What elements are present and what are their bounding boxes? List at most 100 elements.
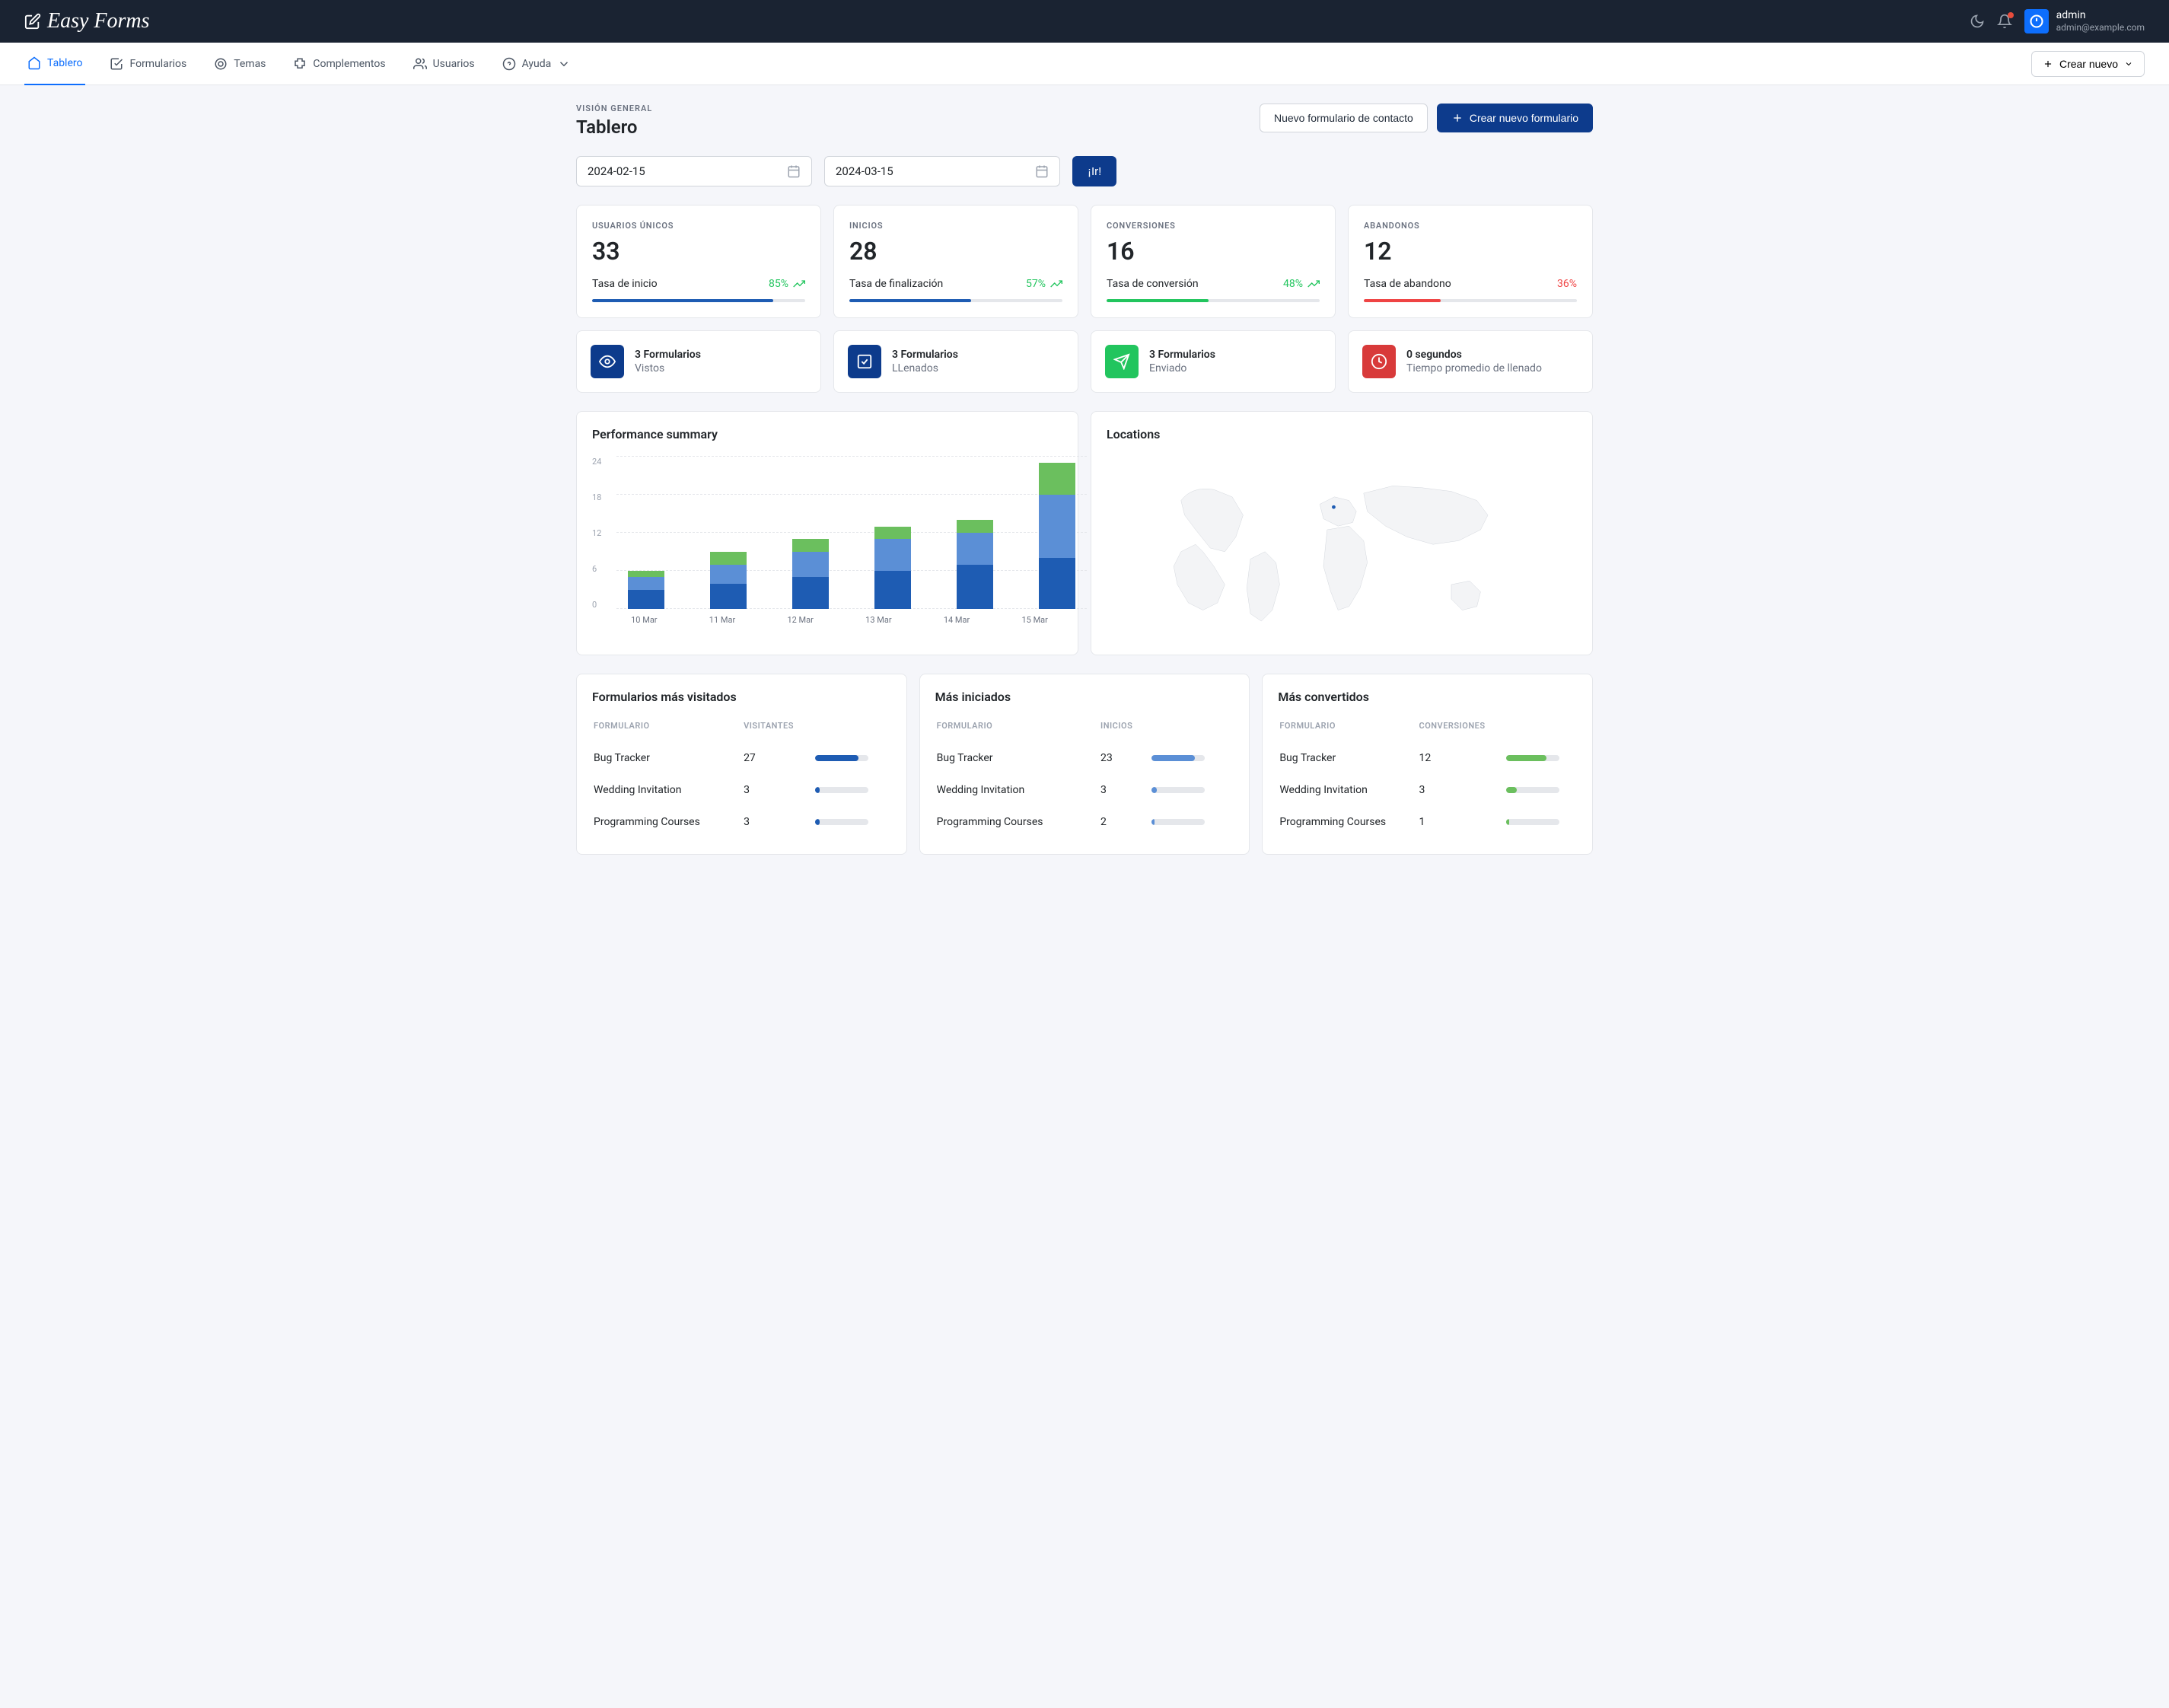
stat-pct: 85% [769, 278, 805, 290]
create-new-label: Crear nuevo [2059, 58, 2118, 70]
new-contact-form-button[interactable]: Nuevo formulario de contacto [1260, 104, 1428, 132]
locations-title: Locations [1107, 427, 1577, 441]
go-button[interactable]: ¡Ir! [1072, 156, 1116, 186]
form-value: 3 [744, 775, 814, 805]
brand-logo[interactable]: Easy Forms [24, 9, 150, 33]
stat-card: USUARIOS ÚNICOS 33 Tasa de inicio 85% [576, 205, 821, 318]
table-row: Wedding Invitation 3 [1279, 775, 1575, 805]
nav-item-help[interactable]: Ayuda [499, 43, 575, 85]
nav-item-puzzle[interactable]: Complementos [290, 43, 388, 85]
table-row: Bug Tracker 23 [937, 743, 1233, 773]
nav-item-home[interactable]: Tablero [24, 43, 85, 85]
bar-group [863, 527, 922, 609]
nav-label: Usuarios [433, 58, 475, 70]
bar-segment[interactable] [1039, 495, 1075, 558]
bar-segment[interactable] [628, 577, 664, 590]
edit-icon [24, 13, 41, 30]
mini-card: 3 Formularios LLenados [833, 330, 1078, 393]
send-icon [1105, 345, 1139, 378]
form-name: Bug Tracker [937, 743, 1099, 773]
stat-sublabel: Tasa de abandono [1364, 278, 1451, 290]
nav-label: Ayuda [522, 58, 552, 70]
start-date-input[interactable]: 2024-02-15 [576, 156, 812, 186]
bar-segment[interactable] [957, 533, 993, 565]
nav-item-swatch[interactable]: Temas [211, 43, 269, 85]
nav-label: Tablero [47, 57, 82, 69]
trend-up-icon [1050, 278, 1062, 290]
x-label: 14 Mar [929, 615, 985, 625]
world-map[interactable] [1107, 457, 1577, 639]
create-form-button[interactable]: Crear nuevo formulario [1437, 104, 1593, 132]
form-name: Programming Courses [1279, 807, 1417, 837]
mini-sub: Enviado [1149, 362, 1215, 374]
clock-icon [1362, 345, 1396, 378]
mini-title: 3 Formularios [1149, 349, 1215, 361]
eye-icon [591, 345, 624, 378]
trend-up-icon [1307, 278, 1320, 290]
performance-chart-title: Performance summary [592, 427, 1062, 441]
mini-title: 3 Formularios [892, 349, 958, 361]
bar-segment[interactable] [628, 590, 664, 609]
map-marker-uk[interactable] [1332, 505, 1336, 509]
create-new-button[interactable]: Crear nuevo [2031, 51, 2145, 77]
home-icon [27, 56, 41, 70]
form-value: 1 [1419, 807, 1505, 837]
form-value: 12 [1419, 743, 1505, 773]
mini-sub: Vistos [635, 362, 701, 374]
table-row: Bug Tracker 27 [594, 743, 890, 773]
x-label: 12 Mar [772, 615, 828, 625]
bar-group [1027, 463, 1087, 609]
bar-segment[interactable] [628, 571, 664, 577]
nav-item-users[interactable]: Usuarios [410, 43, 478, 85]
form-value: 3 [1419, 775, 1505, 805]
bar-group [699, 552, 758, 609]
mini-sub: Tiempo promedio de llenado [1406, 362, 1542, 374]
table-row: Wedding Invitation 3 [937, 775, 1233, 805]
bar-segment[interactable] [957, 565, 993, 609]
bar-group [616, 571, 676, 609]
user-menu[interactable]: admin admin@example.com [2024, 8, 2145, 34]
stat-card: INICIOS 28 Tasa de finalización 57% [833, 205, 1078, 318]
page-overline: VISIÓN GENERAL [576, 104, 652, 113]
bar-segment[interactable] [710, 552, 747, 565]
bar-segment[interactable] [874, 527, 911, 540]
swatch-icon [214, 57, 228, 71]
bar-segment[interactable] [957, 520, 993, 533]
stat-value: 16 [1107, 237, 1320, 266]
table-title: Formularios más visitados [592, 690, 891, 704]
bar-segment[interactable] [1039, 558, 1075, 609]
plus-icon [1451, 112, 1464, 124]
table-row: Programming Courses 1 [1279, 807, 1575, 837]
form-name: Programming Courses [594, 807, 742, 837]
users-icon [413, 57, 427, 71]
stat-sublabel: Tasa de conversión [1107, 278, 1199, 290]
end-date-input[interactable]: 2024-03-15 [824, 156, 1060, 186]
form-name: Wedding Invitation [594, 775, 742, 805]
user-email: admin@example.com [2056, 22, 2145, 34]
nav-item-form[interactable]: Formularios [107, 43, 190, 85]
stat-label: CONVERSIONES [1107, 221, 1320, 231]
form-name: Wedding Invitation [937, 775, 1099, 805]
bar-segment[interactable] [710, 565, 747, 584]
nav-label: Temas [234, 58, 266, 70]
bar-segment[interactable] [874, 539, 911, 571]
form-name: Bug Tracker [594, 743, 742, 773]
bar-segment[interactable] [792, 577, 829, 609]
bar-segment[interactable] [1039, 463, 1075, 495]
nav-label: Complementos [313, 58, 385, 70]
mini-card: 0 segundos Tiempo promedio de llenado [1348, 330, 1593, 393]
plus-icon [2043, 59, 2053, 69]
table-row: Programming Courses 3 [594, 807, 890, 837]
calendar-icon [787, 164, 801, 178]
bar-segment[interactable] [792, 539, 829, 552]
bar-segment[interactable] [710, 584, 747, 609]
table-title: Más iniciados [935, 690, 1234, 704]
notifications-icon[interactable] [1997, 14, 2012, 29]
puzzle-icon [293, 57, 307, 71]
bar-segment[interactable] [792, 552, 829, 577]
theme-toggle-icon[interactable] [1970, 14, 1985, 29]
form-value: 3 [1100, 775, 1149, 805]
user-name: admin [2056, 8, 2145, 22]
bar-segment[interactable] [874, 571, 911, 609]
table-row: Bug Tracker 12 [1279, 743, 1575, 773]
